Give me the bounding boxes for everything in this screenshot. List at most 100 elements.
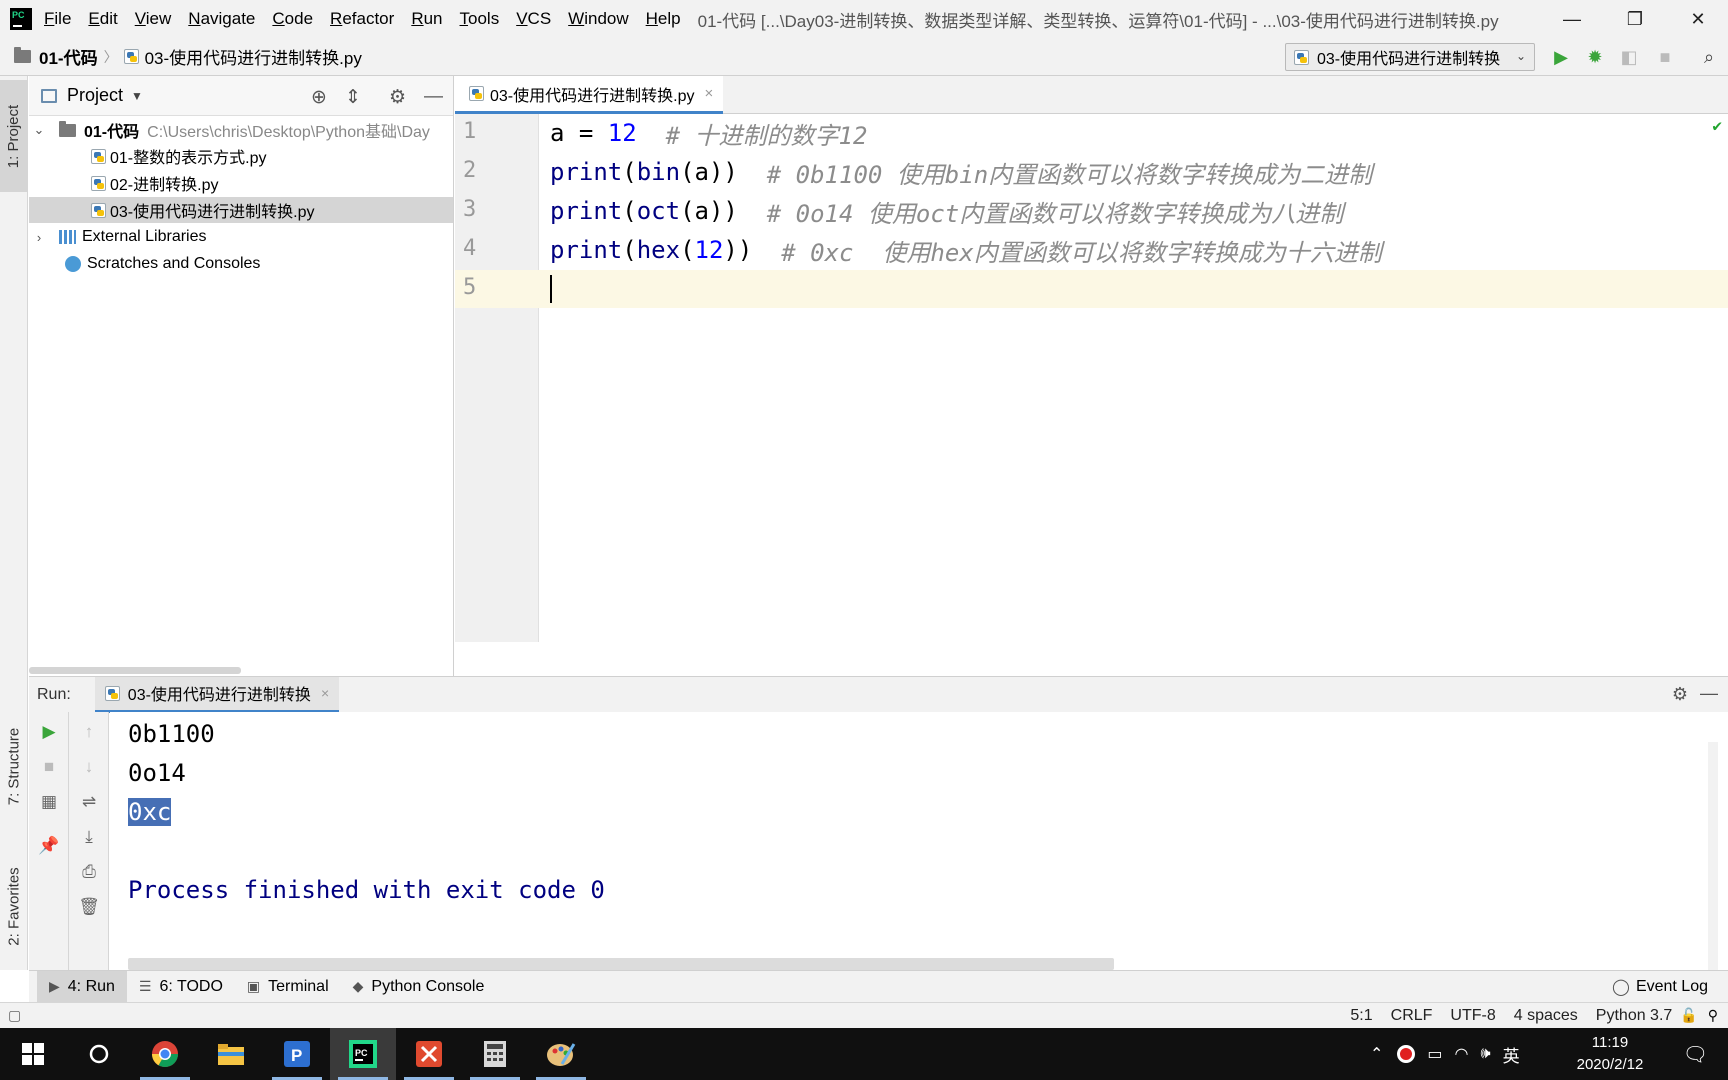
tab-project[interactable]: 1: Project xyxy=(0,80,28,192)
close-icon[interactable]: × xyxy=(321,685,329,701)
code-line[interactable]: print(oct (a)) # 0o14 使用oct内置函数可以将数字转换成为八… xyxy=(550,192,1343,230)
close-button[interactable]: ✕ xyxy=(1668,0,1728,38)
hide-icon[interactable]: — xyxy=(424,86,443,108)
cortana-button[interactable] xyxy=(66,1028,132,1080)
editor-tab-active[interactable]: 03-使用代码进行进制转换.py × xyxy=(455,76,723,114)
start-button[interactable] xyxy=(0,1028,66,1080)
code-editor[interactable]: 1 2 3 4 5 a = 12 # 十进制的数字12 print(bin (a)… xyxy=(455,114,1728,642)
chevron-down-icon[interactable]: ▼ xyxy=(131,89,143,103)
layout-icon[interactable]: ▦ xyxy=(29,790,69,814)
menu-refactor[interactable]: Refactor xyxy=(330,9,394,29)
taskbar-pycharm[interactable]: PC xyxy=(330,1028,396,1080)
tool-window-run-label: 4: Run xyxy=(67,977,115,995)
toggle-tool-windows-icon[interactable]: ▢ xyxy=(8,1007,21,1024)
locate-icon[interactable]: ⊕ xyxy=(311,86,327,109)
pycharm-logo-icon[interactable]: PC xyxy=(10,8,32,30)
tool-window-terminal[interactable]: ▣ Terminal xyxy=(235,971,341,1003)
menu-code[interactable]: Code xyxy=(272,9,313,29)
scroll-to-end-icon[interactable]: ⤓ xyxy=(69,825,109,849)
battery-icon[interactable]: ▭ xyxy=(1427,1044,1442,1064)
menu-file[interactable]: File xyxy=(44,9,71,29)
coverage-icon[interactable]: ◧ xyxy=(1618,46,1640,68)
stop-icon[interactable]: ■ xyxy=(29,755,69,779)
ime-indicator[interactable]: 英 xyxy=(1503,1042,1520,1067)
hide-icon[interactable]: — xyxy=(1700,683,1718,704)
tree-file[interactable]: 01-整数的表示方式.py xyxy=(29,143,453,169)
menu-window[interactable]: Window xyxy=(568,9,628,29)
menu-tools[interactable]: Tools xyxy=(460,9,500,29)
horizontal-scrollbar[interactable] xyxy=(128,958,1114,970)
gear-icon[interactable]: ⚙ xyxy=(1672,684,1688,705)
tool-window-run[interactable]: ▶ 4: Run xyxy=(37,970,127,1003)
status-line-separator[interactable]: CRLF xyxy=(1391,1007,1433,1025)
chevron-down-icon[interactable]: ⌄ xyxy=(31,122,47,138)
tool-window-event-log[interactable]: ◯ Event Log xyxy=(1612,971,1708,1003)
tab-structure[interactable]: 7: Structure xyxy=(0,706,28,826)
chevron-right-icon[interactable]: › xyxy=(31,230,47,245)
taskbar-chrome[interactable] xyxy=(132,1028,198,1080)
print-icon[interactable]: ⎙ xyxy=(69,860,109,884)
trash-icon[interactable]: 🗑 xyxy=(69,895,109,919)
tree-external-libraries[interactable]: › External Libraries xyxy=(29,224,453,250)
status-indent[interactable]: 4 spaces xyxy=(1514,1007,1578,1025)
vertical-scrollbar[interactable] xyxy=(1708,742,1718,970)
search-icon[interactable]: ⌕ xyxy=(1698,46,1720,68)
volume-icon[interactable]: 🕪 xyxy=(1481,1045,1491,1063)
code-line[interactable]: print(hex(12)) # 0xc 使用hex内置函数可以将数字转换成为十… xyxy=(550,231,1382,269)
code-line[interactable]: print(bin (a)) # 0b1100 使用bin内置函数可以将数字转换成… xyxy=(550,153,1372,191)
tree-scratches[interactable]: Scratches and Consoles xyxy=(29,251,453,277)
taskbar-calculator[interactable] xyxy=(462,1028,528,1080)
stop-icon[interactable]: ■ xyxy=(1654,46,1676,68)
menu-run[interactable]: Run xyxy=(411,9,442,29)
code-line[interactable]: a = 12 # 十进制的数字12 xyxy=(550,114,867,152)
inspection-ok-icon[interactable]: ✔ xyxy=(1712,116,1722,135)
menu-help[interactable]: Help xyxy=(646,9,681,29)
menu-edit[interactable]: Edit xyxy=(88,9,117,29)
horizontal-scrollbar[interactable] xyxy=(29,667,241,674)
os-taskbar: P PC ⌃ ▭ ◠ 🕪 英 11:19 2020/2/12 🗨 xyxy=(0,1028,1728,1080)
status-encoding[interactable]: UTF-8 xyxy=(1450,1007,1495,1025)
line-number: 4 xyxy=(463,236,477,261)
record-icon[interactable] xyxy=(1397,1045,1416,1063)
debug-icon[interactable]: ✹ xyxy=(1584,46,1606,68)
breadcrumb-file[interactable]: 03-使用代码进行进制转换.py xyxy=(145,44,362,69)
pin-icon[interactable]: 📌 xyxy=(29,834,69,858)
run-console[interactable]: 0b1100 0o14 0xc Process finished with ex… xyxy=(110,712,1718,970)
soft-wrap-icon[interactable]: ⇌ xyxy=(69,790,109,814)
tree-file[interactable]: 02-进制转换.py xyxy=(29,170,453,196)
breadcrumb-project[interactable]: 01-代码 xyxy=(39,44,98,69)
run-config-selector[interactable]: 03-使用代码进行进制转换 ⌄ xyxy=(1285,43,1535,71)
restore-button[interactable]: ❐ xyxy=(1605,0,1665,38)
tool-window-todo[interactable]: ☰ 6: TODO xyxy=(127,971,235,1003)
tree-root[interactable]: ⌄ 01-代码 C:\Users\chris\Desktop\Python基础\… xyxy=(29,117,453,143)
status-caret-position[interactable]: 5:1 xyxy=(1350,1007,1372,1025)
arrow-up-icon[interactable]: ↑ xyxy=(69,720,109,744)
run-tab[interactable]: 03-使用代码进行进制转换 × xyxy=(94,676,340,713)
taskbar-explorer[interactable] xyxy=(198,1028,264,1080)
lock-icon[interactable]: 🔓 xyxy=(1680,1007,1697,1024)
menu-vcs[interactable]: VCS xyxy=(516,9,551,29)
arrow-down-icon[interactable]: ↓ xyxy=(69,755,109,779)
chevron-up-icon[interactable]: ⌃ xyxy=(1370,1044,1383,1064)
status-interpreter[interactable]: Python 3.7 xyxy=(1596,1007,1673,1025)
inspector-icon[interactable]: ⚲ xyxy=(1708,1007,1718,1024)
taskbar-pycharm-edu[interactable]: P xyxy=(264,1028,330,1080)
notification-icon[interactable]: 🗨 xyxy=(1683,1042,1708,1067)
tab-favorites[interactable]: 2: Favorites xyxy=(0,846,28,966)
taskbar-paint[interactable] xyxy=(528,1028,594,1080)
gear-icon[interactable]: ⚙ xyxy=(389,86,406,109)
tool-window-python-console[interactable]: ◆ Python Console xyxy=(341,971,497,1003)
menu-navigate[interactable]: Navigate xyxy=(188,9,255,29)
minimize-button[interactable]: — xyxy=(1542,0,1602,38)
project-title[interactable]: Project xyxy=(67,85,123,106)
close-icon[interactable]: × xyxy=(704,85,713,102)
taskbar-xmind[interactable] xyxy=(396,1028,462,1080)
tree-file-selected[interactable]: 03-使用代码进行进制转换.py xyxy=(29,197,453,223)
menu-view[interactable]: View xyxy=(135,9,172,29)
run-icon[interactable]: ▶ xyxy=(1550,46,1572,68)
wifi-icon[interactable]: ◠ xyxy=(1455,1044,1469,1064)
taskbar-clock[interactable]: 11:19 2020/2/12 xyxy=(1570,1032,1650,1076)
chevron-down-icon: ⌄ xyxy=(1515,49,1526,63)
rerun-icon[interactable]: ▶ xyxy=(29,720,69,744)
collapse-all-icon[interactable]: ⇕ xyxy=(345,86,361,109)
